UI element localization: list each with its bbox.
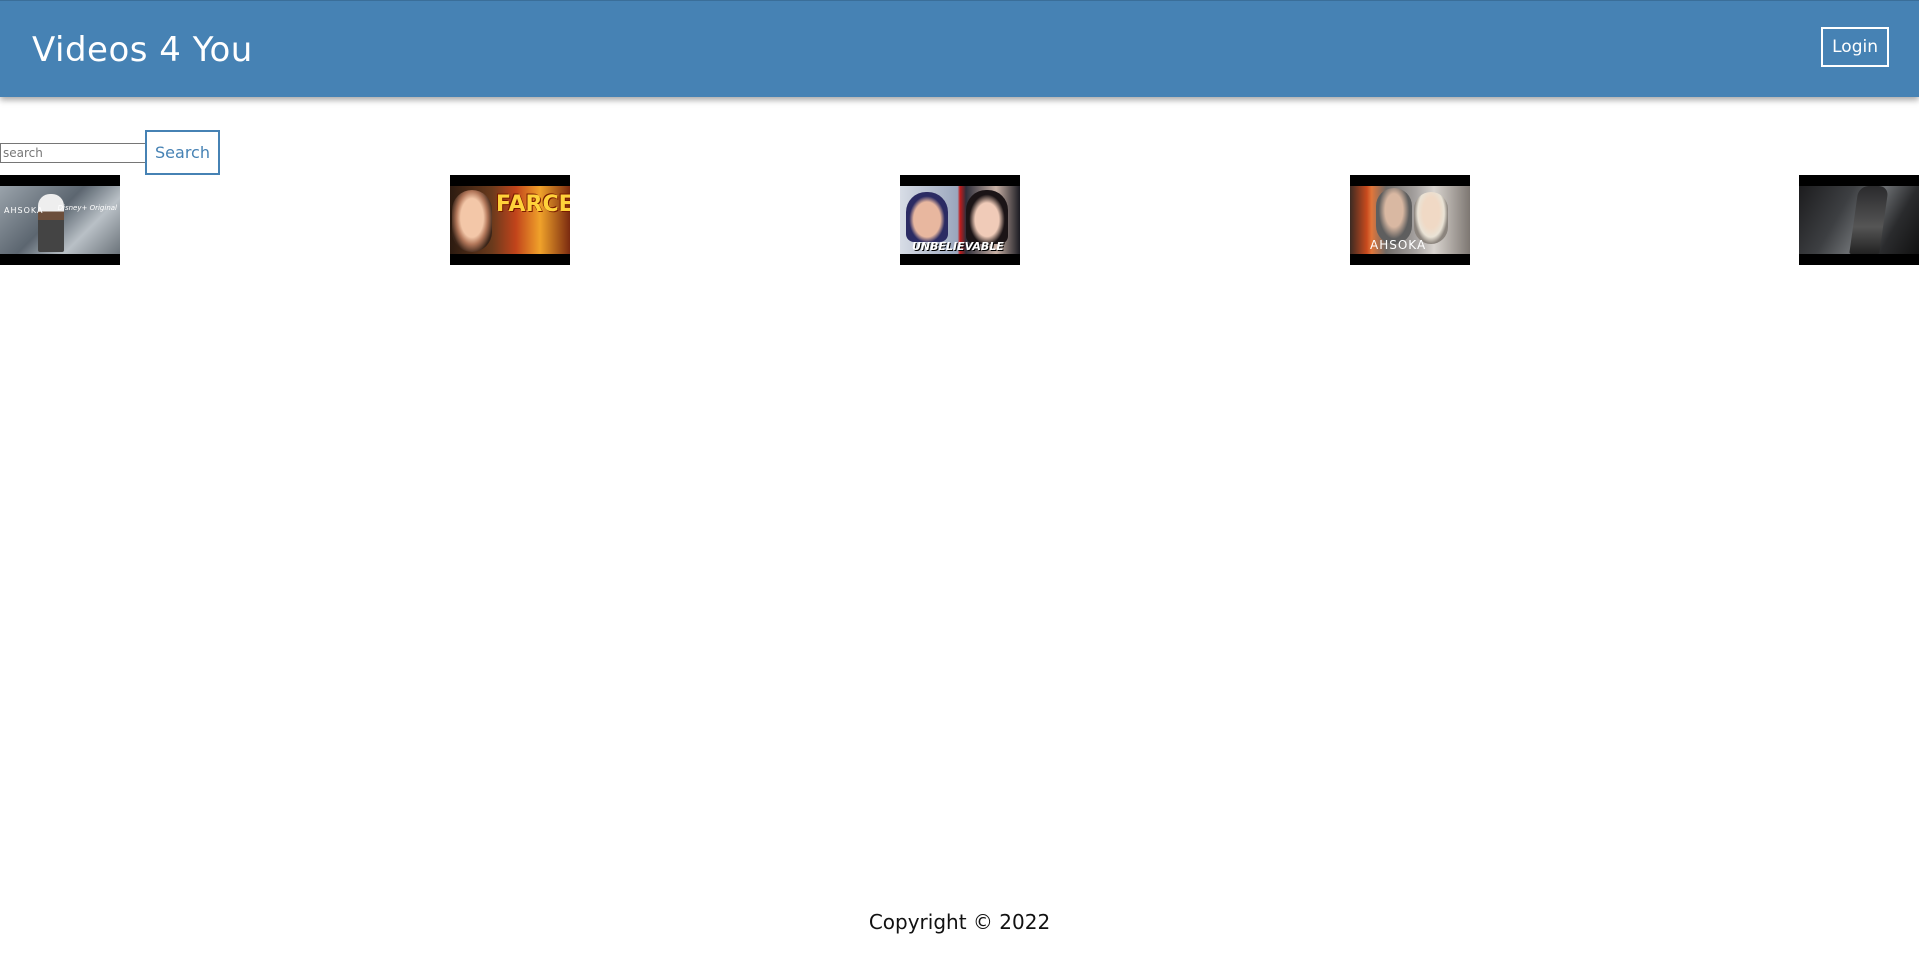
search-input[interactable] [0,143,146,163]
thumbnail-figure [38,194,64,252]
copyright-text: Copyright © 2022 [868,910,1051,934]
video-thumbnail[interactable]: AHSOKA [1350,175,1470,265]
thumbnail-title-text: UNBELIEVABLE [912,240,1004,253]
thumbnail-face [906,192,948,242]
thumbnail-image: AHSOKA Disney+ Original [0,186,120,254]
thumbnail-face [1376,188,1412,244]
video-thumbnail[interactable]: FARCE! [450,175,570,265]
video-thumbnail[interactable]: AHSOKA Disney+ Original [0,175,120,265]
thumbnail-title-text: AHSOKA [1370,238,1427,252]
thumbnail-face [452,190,492,252]
video-thumbnail[interactable] [1799,175,1919,265]
video-list: AHSOKA Disney+ Original FARCE! UNBELIEVA… [0,175,1919,265]
search-button[interactable]: Search [145,130,220,175]
thumbnail-title-text: AHSOKA [4,206,44,215]
thumbnail-image [1799,186,1919,254]
thumbnail-image: UNBELIEVABLE [900,186,1020,254]
thumbnail-face [966,190,1008,244]
thumbnail-title-text: FARCE! [496,192,570,217]
thumbnail-face [1414,192,1448,244]
site-title[interactable]: Videos 4 You [32,28,253,72]
thumbnail-logo-text: Disney+ Original [57,204,117,212]
login-button[interactable]: Login [1821,27,1889,67]
thumbnail-image: FARCE! [450,186,570,254]
video-thumbnail[interactable]: UNBELIEVABLE [900,175,1020,265]
thumbnail-image: AHSOKA [1350,186,1470,254]
site-header: Videos 4 You Login [0,0,1919,97]
thumbnail-figure [1849,186,1889,254]
